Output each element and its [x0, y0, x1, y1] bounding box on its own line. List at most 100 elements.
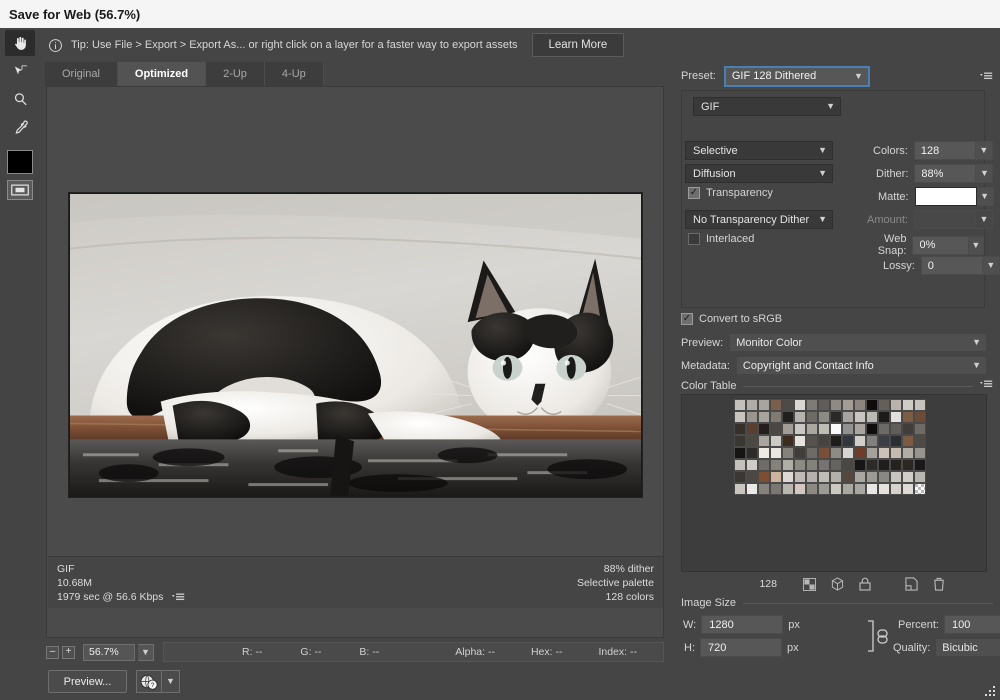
- dither-input[interactable]: 88%: [914, 164, 977, 183]
- color-swatch[interactable]: [902, 423, 914, 435]
- color-swatch[interactable]: [842, 435, 854, 447]
- tab-2up[interactable]: 2-Up: [206, 62, 265, 86]
- color-swatch[interactable]: [770, 447, 782, 459]
- matte-color-swatch[interactable]: [914, 187, 977, 206]
- color-swatch[interactable]: [770, 459, 782, 471]
- lossy-input[interactable]: 0: [920, 256, 983, 275]
- preview-select[interactable]: Monitor Color ▼: [729, 333, 987, 352]
- web-shift-cube-icon[interactable]: [823, 577, 851, 591]
- hand-tool[interactable]: [5, 30, 35, 56]
- color-swatch[interactable]: [902, 435, 914, 447]
- color-swatch[interactable]: [806, 423, 818, 435]
- color-swatch[interactable]: [914, 411, 926, 423]
- zoom-level-dropdown[interactable]: ▼: [138, 643, 154, 661]
- color-swatch[interactable]: [890, 399, 902, 411]
- color-swatch[interactable]: [866, 411, 878, 423]
- color-swatch[interactable]: [746, 399, 758, 411]
- color-swatch[interactable]: [734, 435, 746, 447]
- color-swatch[interactable]: [818, 459, 830, 471]
- transparency-checkbox-row[interactable]: ✓ Transparency: [688, 187, 773, 199]
- color-swatch[interactable]: [854, 459, 866, 471]
- color-swatch[interactable]: [818, 447, 830, 459]
- color-swatch[interactable]: [902, 411, 914, 423]
- transparency-swatch-icon[interactable]: [795, 577, 823, 591]
- color-swatch[interactable]: [854, 447, 866, 459]
- browser-preview-dropdown[interactable]: ▼: [162, 670, 180, 693]
- percent-input[interactable]: 100: [943, 615, 1000, 634]
- new-color-icon[interactable]: [897, 577, 925, 591]
- color-swatch[interactable]: [746, 411, 758, 423]
- color-swatch[interactable]: [818, 423, 830, 435]
- color-table-menu-button[interactable]: [980, 380, 993, 392]
- color-swatch[interactable]: [890, 483, 902, 495]
- metadata-select[interactable]: Copyright and Contact Info ▼: [735, 356, 987, 375]
- color-swatch[interactable]: [794, 483, 806, 495]
- zoom-level-input[interactable]: 56.7%: [83, 643, 135, 661]
- color-swatch[interactable]: [794, 411, 806, 423]
- color-swatch[interactable]: [830, 471, 842, 483]
- toggle-slice-visibility-button[interactable]: [7, 180, 33, 200]
- color-swatch[interactable]: [782, 471, 794, 483]
- color-swatch[interactable]: [806, 399, 818, 411]
- color-swatch[interactable]: [758, 399, 770, 411]
- interlaced-checkbox[interactable]: [688, 233, 700, 245]
- color-swatch[interactable]: [878, 471, 890, 483]
- color-swatch[interactable]: [782, 447, 794, 459]
- preview-button[interactable]: Preview...: [48, 670, 127, 693]
- chain-link-icon[interactable]: [864, 618, 892, 654]
- color-swatch[interactable]: [734, 459, 746, 471]
- color-swatch[interactable]: [794, 447, 806, 459]
- color-swatch[interactable]: [890, 471, 902, 483]
- color-swatch[interactable]: [866, 435, 878, 447]
- color-swatch[interactable]: [818, 471, 830, 483]
- color-swatch[interactable]: [914, 471, 926, 483]
- transparency-dither-select[interactable]: No Transparency Dither ▼: [685, 210, 833, 229]
- color-swatch[interactable]: [878, 435, 890, 447]
- color-swatch[interactable]: [734, 423, 746, 435]
- color-swatch[interactable]: [770, 435, 782, 447]
- color-swatch[interactable]: [782, 423, 794, 435]
- color-swatch[interactable]: [914, 423, 926, 435]
- color-swatch[interactable]: [854, 411, 866, 423]
- color-swatch[interactable]: [830, 459, 842, 471]
- color-swatch[interactable]: [770, 399, 782, 411]
- color-swatch[interactable]: [830, 399, 842, 411]
- color-swatch[interactable]: [842, 423, 854, 435]
- preset-panel-menu-button[interactable]: [980, 72, 993, 81]
- color-swatch[interactable]: [842, 399, 854, 411]
- color-swatch[interactable]: [782, 399, 794, 411]
- color-swatch[interactable]: [770, 471, 782, 483]
- color-swatch[interactable]: [914, 399, 926, 411]
- transparency-checkbox[interactable]: ✓: [688, 187, 700, 199]
- color-swatch[interactable]: [746, 447, 758, 459]
- eyedropper-tool[interactable]: [5, 114, 35, 140]
- color-swatch[interactable]: [794, 471, 806, 483]
- color-swatch[interactable]: [734, 483, 746, 495]
- tab-4up[interactable]: 4-Up: [264, 62, 324, 86]
- color-swatch[interactable]: [854, 483, 866, 495]
- color-swatch[interactable]: [758, 471, 770, 483]
- color-swatch[interactable]: [878, 411, 890, 423]
- color-swatch[interactable]: [866, 483, 878, 495]
- color-swatch[interactable]: [902, 399, 914, 411]
- delete-color-icon[interactable]: [925, 577, 953, 591]
- color-swatch[interactable]: [806, 483, 818, 495]
- color-swatch[interactable]: [782, 435, 794, 447]
- color-swatch[interactable]: [854, 423, 866, 435]
- color-swatch[interactable]: [806, 447, 818, 459]
- color-swatch[interactable]: [758, 411, 770, 423]
- transparency-swatch[interactable]: [914, 483, 926, 495]
- colors-stepper[interactable]: ▼: [975, 141, 993, 160]
- color-swatch[interactable]: [782, 459, 794, 471]
- color-swatch[interactable]: [806, 471, 818, 483]
- color-swatch[interactable]: [866, 471, 878, 483]
- info-menu-button[interactable]: [172, 593, 185, 602]
- color-swatch[interactable]: [830, 483, 842, 495]
- color-reduction-select[interactable]: Selective ▼: [685, 141, 833, 160]
- color-swatch[interactable]: [830, 423, 842, 435]
- color-swatch[interactable]: [746, 423, 758, 435]
- color-swatch[interactable]: [842, 483, 854, 495]
- color-swatch[interactable]: [878, 459, 890, 471]
- color-swatch[interactable]: [842, 411, 854, 423]
- color-swatch[interactable]: [794, 423, 806, 435]
